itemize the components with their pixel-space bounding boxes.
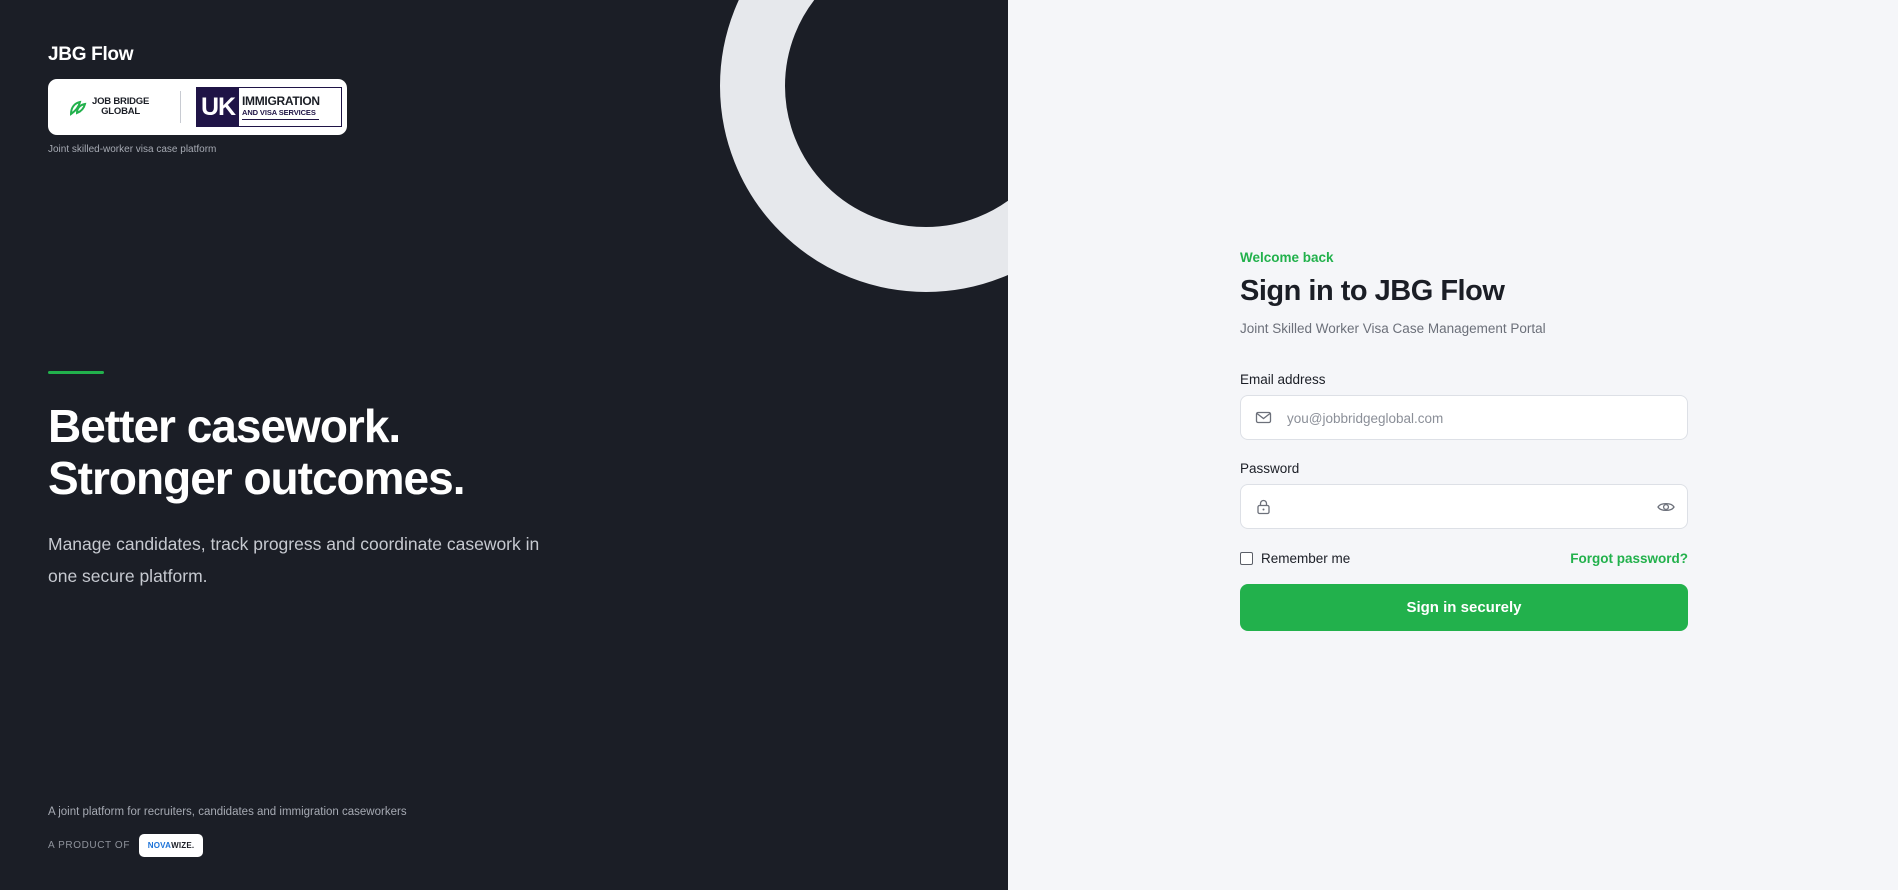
eye-icon[interactable] (1657, 499, 1675, 515)
welcome-text: Welcome back (1240, 250, 1334, 265)
footer-note: A joint platform for recruiters, candida… (48, 806, 407, 818)
job-bridge-global-logo: JOB BRIDGE GLOBAL (68, 97, 168, 117)
accent-bar (48, 371, 104, 374)
auth-panel: Welcome back Sign in to JBG Flow Joint S… (1008, 0, 1898, 890)
lock-icon (1257, 499, 1270, 515)
remember-me-checkbox[interactable] (1240, 552, 1253, 565)
password-label: Password (1240, 461, 1300, 476)
decorative-ring (720, 0, 1008, 292)
uk-logo-underline (242, 118, 319, 120)
password-field[interactable] (1285, 485, 1649, 530)
password-field-wrapper (1240, 484, 1688, 530)
logo-divider (180, 91, 181, 123)
remember-me-label: Remember me (1261, 551, 1351, 566)
email-field[interactable] (1285, 396, 1649, 441)
headline-line-2: Stronger outcomes. (48, 452, 466, 504)
options-row: Remember me Forgot password? (1240, 551, 1688, 566)
jbg-logo-line2: GLOBAL (101, 106, 141, 117)
remember-me[interactable]: Remember me (1240, 551, 1350, 566)
hero-headline: Better casework. Stronger outcomes. (48, 400, 648, 504)
email-label: Email address (1240, 372, 1326, 387)
partner-logos: JOB BRIDGE GLOBAL UK IMMIGRATION AND VIS… (48, 79, 347, 135)
page-title: Sign in to JBG Flow (1240, 275, 1505, 307)
novawize-logo: NOVA WIZE. (139, 834, 204, 857)
login-page: JBG Flow JOB BRIDGE GLOBAL UK IMMIGRATIO… (0, 0, 1898, 890)
hero-description: Manage candidates, track progress and co… (48, 534, 540, 586)
product-attribution: A PRODUCT OF NOVA WIZE. (48, 834, 204, 857)
uk-mark: UK (197, 88, 239, 126)
hero-panel: JBG Flow JOB BRIDGE GLOBAL UK IMMIGRATIO… (0, 0, 1008, 890)
page-subtitle: Joint Skilled Worker Visa Case Managemen… (1240, 321, 1546, 336)
uk-logo-line1: IMMIGRATION (242, 93, 320, 108)
email-field-wrapper (1240, 395, 1688, 441)
novawize-logo-part-b: WIZE. (171, 841, 195, 850)
headline-line-1: Better casework. (48, 400, 401, 452)
platform-tagline: Joint skilled-worker visa case platform (48, 144, 217, 155)
uk-logo-line2: AND VISA SERVICES (242, 107, 316, 117)
forgot-password-link[interactable]: Forgot password? (1570, 551, 1688, 566)
uk-immigration-logo: UK IMMIGRATION AND VISA SERVICES (196, 87, 342, 127)
brand-title: JBG Flow (48, 44, 134, 65)
mail-icon (1255, 411, 1272, 424)
sign-in-form: Welcome back Sign in to JBG Flow Joint S… (1240, 250, 1688, 631)
job-bridge-leaf-icon (69, 100, 87, 116)
sign-in-button[interactable]: Sign in securely (1240, 584, 1688, 631)
novawize-logo-part-a: NOVA (147, 841, 172, 850)
product-label: A PRODUCT OF (48, 840, 131, 851)
